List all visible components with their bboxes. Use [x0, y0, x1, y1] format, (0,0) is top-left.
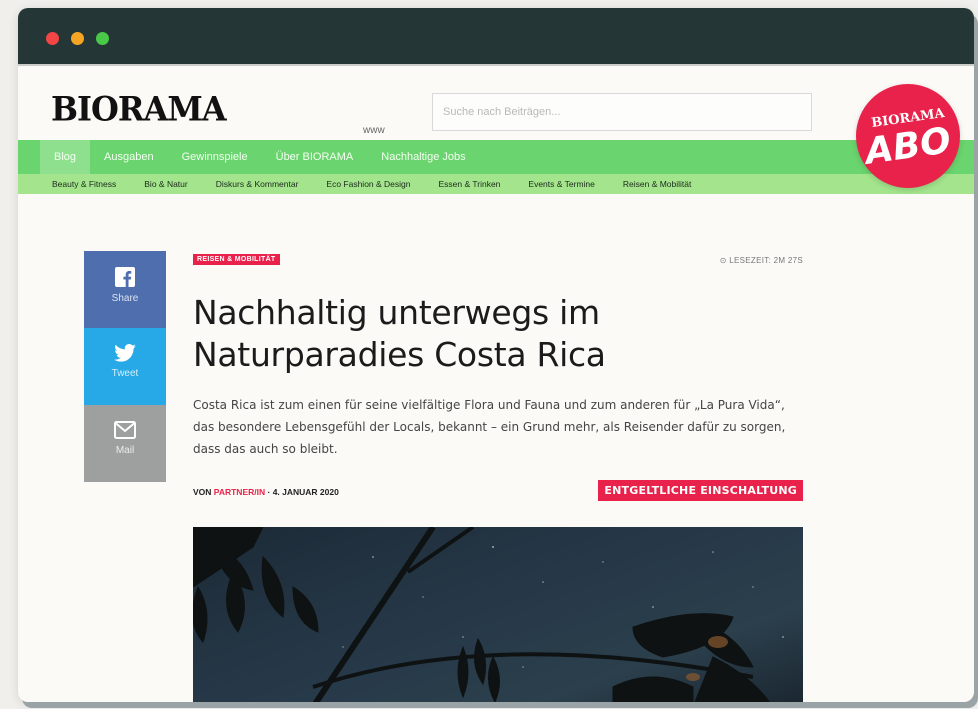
site-logo[interactable]: BIORAMA — [51, 89, 227, 129]
window-titlebar — [18, 8, 974, 66]
category-events-termine[interactable]: Events & Termine — [528, 179, 594, 189]
category-reisen-mobilitaet[interactable]: Reisen & Mobilität — [623, 179, 692, 189]
mail-share-button[interactable]: Mail — [84, 405, 166, 482]
category-essen-trinken[interactable]: Essen & Trinken — [439, 179, 501, 189]
nav-item-blog[interactable]: Blog — [40, 140, 91, 174]
category-eco-fashion-design[interactable]: Eco Fashion & Design — [326, 179, 410, 189]
facebook-share-label: Share — [111, 293, 139, 304]
nav-item-gewinnspiele[interactable]: Gewinnspiele — [168, 140, 262, 174]
facebook-share-button[interactable]: Share — [84, 251, 166, 328]
maximize-window-button[interactable] — [96, 32, 109, 45]
site-header: BIORAMA www — [18, 68, 974, 138]
category-diskurs-kommentar[interactable]: Diskurs & Kommentar — [216, 179, 299, 189]
article-byline: VON PARTNER/IN · 4. JANUAR 2020 — [193, 487, 339, 497]
main-navigation: Blog Ausgaben Gewinnspiele Über BIORAMA … — [18, 140, 974, 174]
category-badge[interactable]: REISEN & MOBILITÄT — [193, 254, 280, 265]
mail-share-label: Mail — [115, 445, 135, 456]
twitter-share-label: Tweet — [111, 368, 139, 379]
browser-window: BIORAMA www Blog Ausgaben Gewinnspiele Ü… — [18, 8, 974, 702]
twitter-share-button[interactable]: Tweet — [84, 328, 166, 405]
byline-prefix: VON — [193, 487, 212, 497]
abo-subscription-badge[interactable]: BIORAMA ABO — [856, 84, 960, 188]
category-navigation: Beauty & Fitness Bio & Natur Diskurs & K… — [18, 174, 974, 194]
reading-time: ⊙ LESEZEIT: 2M 27S — [719, 256, 803, 265]
hero-night-sky-illustration — [193, 527, 784, 702]
close-window-button[interactable] — [46, 32, 59, 45]
facebook-icon — [115, 267, 135, 287]
minimize-window-button[interactable] — [71, 32, 84, 45]
share-sidebar: Share Tweet Mail — [84, 251, 166, 482]
nav-item-ausgaben[interactable]: Ausgaben — [90, 140, 168, 174]
article-lead: Costa Rica ist zum einen für seine vielf… — [193, 398, 786, 456]
hero-image — [193, 527, 803, 702]
nav-item-nachhaltige-jobs[interactable]: Nachhaltige Jobs — [367, 140, 479, 174]
www-label: www — [363, 125, 385, 136]
twitter-icon — [114, 344, 136, 362]
search-input[interactable] — [432, 93, 812, 131]
publish-date: · 4. JANUAR 2020 — [267, 487, 339, 497]
nav-item-ueber-biorama[interactable]: Über BIORAMA — [262, 140, 368, 174]
article-headline: Nachhaltig unterwegs im Naturparadies Co… — [193, 293, 606, 374]
category-beauty-fitness[interactable]: Beauty & Fitness — [52, 179, 116, 189]
mail-icon — [114, 421, 136, 439]
category-bio-natur[interactable]: Bio & Natur — [144, 179, 187, 189]
sponsored-badge: ENTGELTLICHE EINSCHALTUNG — [598, 480, 803, 501]
author-link[interactable]: PARTNER/IN — [214, 487, 265, 497]
